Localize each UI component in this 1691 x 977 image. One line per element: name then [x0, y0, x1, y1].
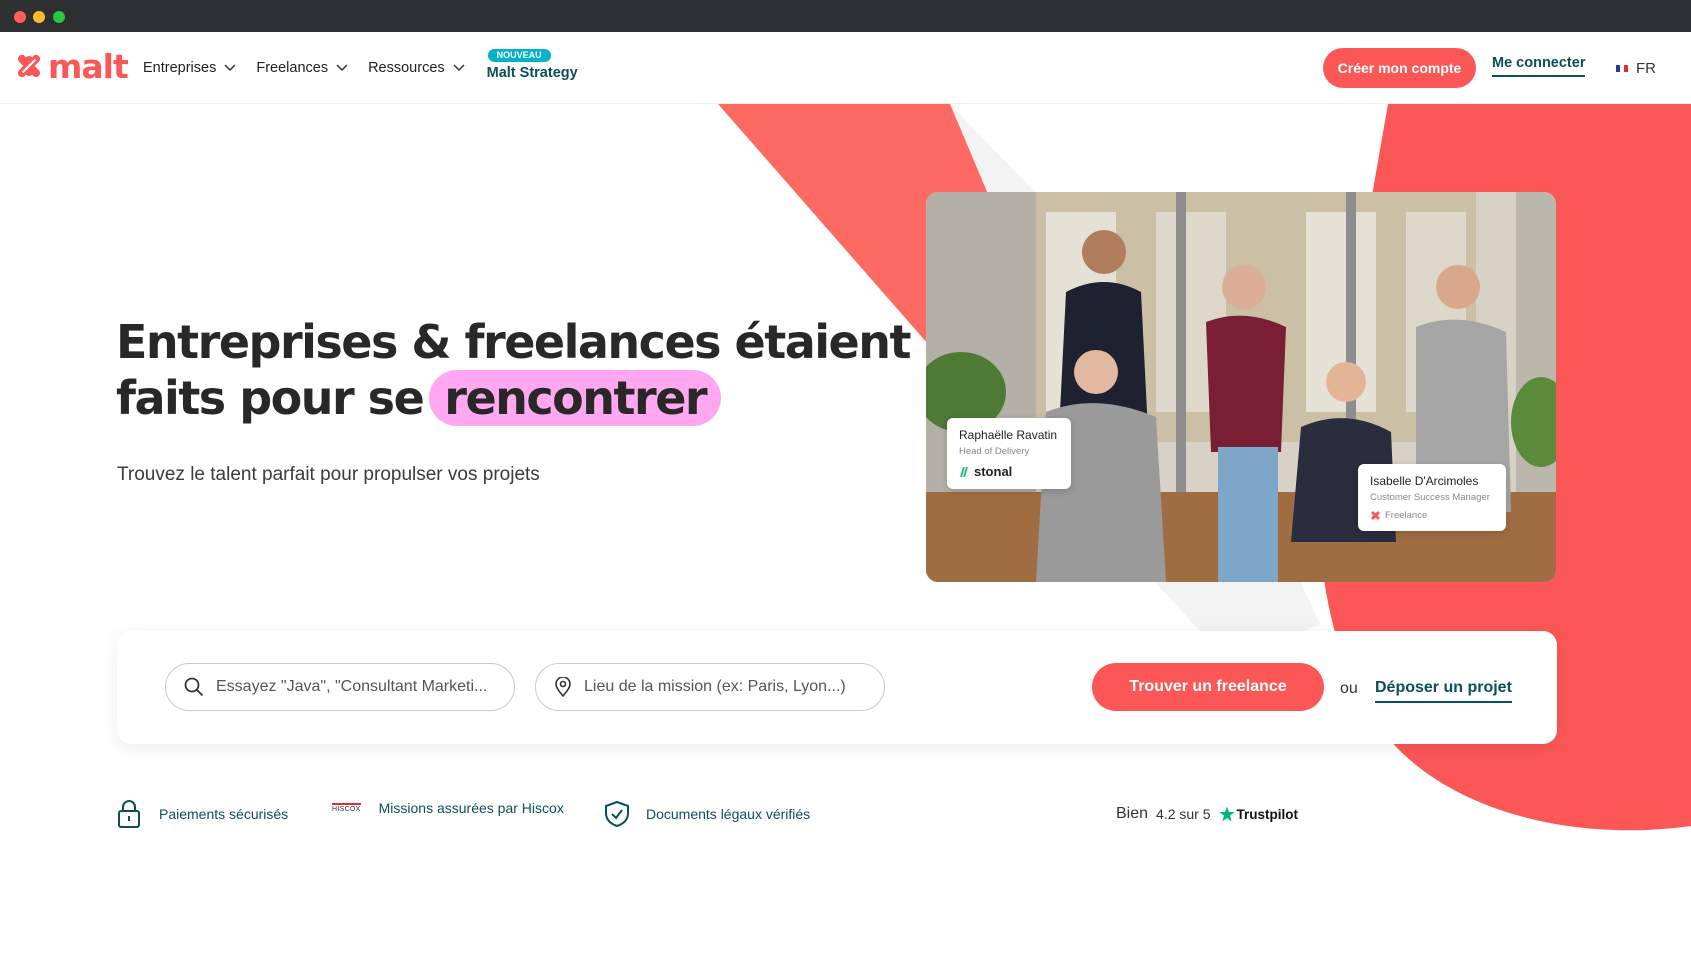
star-icon: [1218, 806, 1235, 822]
window-titlebar: [0, 0, 1691, 32]
profile-card: Isabelle D'Arcimoles Customer Success Ma…: [1358, 464, 1506, 531]
logo-text: malt: [48, 46, 129, 86]
close-window-button[interactable]: [14, 11, 26, 23]
hiscox-logo: HISCOX: [332, 803, 361, 813]
stonal-logo-icon: [960, 466, 968, 477]
skill-search-input[interactable]: [216, 678, 486, 696]
chevron-down-icon: [224, 64, 236, 72]
trust-label: Paiements sécurisés: [159, 806, 289, 822]
french-flag-icon: [1616, 65, 1628, 72]
create-account-button[interactable]: Créer mon compte: [1323, 48, 1476, 88]
lock-icon: [118, 800, 140, 828]
hero-title-prefix: faits pour se: [116, 371, 425, 425]
malt-logo[interactable]: malt: [14, 46, 129, 86]
hero-title-line1: Entreprises & freelances étaient: [116, 315, 911, 369]
trustpilot-label: Trustpilot: [1236, 806, 1299, 822]
new-badge: NOUVEAU: [487, 49, 551, 62]
nav-freelances[interactable]: Freelances: [256, 60, 348, 76]
top-navigation-bar: malt Entreprises Freelances Ressources N…: [0, 32, 1691, 104]
location-search-input[interactable]: [584, 678, 854, 696]
trust-item-payments: Paiements sécurisés: [117, 800, 288, 828]
profile-role: Head of Delivery: [959, 446, 1030, 457]
search-panel: Trouver un freelance ou Déposer un proje…: [117, 631, 1557, 744]
trustpilot-brand: Trustpilot: [1218, 806, 1299, 822]
location-search-field[interactable]: [535, 663, 885, 711]
trust-label: Missions assurées par Hiscox: [378, 800, 564, 816]
profile-name: Raphaëlle Ravatin: [959, 428, 1058, 442]
profile-role: Customer Success Manager: [1370, 492, 1490, 503]
hero-title-highlight: rencontrer: [429, 370, 722, 426]
nav-label: Entreprises: [143, 60, 217, 76]
main-nav: Entreprises Freelances Ressources NOUVEA…: [143, 32, 578, 104]
company-name: stonal: [974, 464, 1013, 479]
find-freelance-button[interactable]: Trouver un freelance: [1092, 663, 1324, 711]
trustpilot-rating[interactable]: Bien 4.2 sur 5 Trustpilot: [1116, 805, 1298, 823]
rating-value: 4.2 sur 5: [1156, 806, 1211, 822]
skill-search-field[interactable]: [165, 663, 515, 711]
nav-label: Ressources: [368, 60, 445, 76]
chevron-down-icon: [453, 64, 465, 72]
profile-company: stonal: [959, 464, 1059, 479]
hero-subtitle: Trouvez le talent parfait pour propulser…: [117, 464, 540, 485]
rating-word: Bien: [1116, 805, 1149, 822]
malt-flower-icon: [1371, 511, 1380, 520]
post-project-link[interactable]: Déposer un projet: [1375, 679, 1512, 703]
nav-entreprises[interactable]: Entreprises: [143, 60, 236, 76]
shield-check-icon: [605, 800, 629, 828]
nav-label: Malt Strategy: [486, 65, 578, 81]
trust-item-hiscox: HISCOX Missions assurées par Hiscox: [332, 800, 564, 816]
profile-name: Isabelle D'Arcimoles: [1370, 474, 1479, 488]
company-name: Freelance: [1385, 510, 1428, 521]
minimize-window-button[interactable]: [33, 11, 45, 23]
login-link[interactable]: Me connecter: [1492, 55, 1586, 77]
hero-title: Entreprises & freelances étaient faits p…: [116, 314, 911, 426]
hero-title-line2: faits pour se rencontrer: [116, 370, 910, 426]
search-icon: [184, 677, 204, 697]
malt-flower-icon: [17, 54, 41, 78]
nav-ressources[interactable]: Ressources: [368, 60, 465, 76]
maximize-window-button[interactable]: [53, 11, 65, 23]
trust-item-documents: Documents légaux vérifiés: [604, 800, 810, 828]
profile-company: Freelance: [1370, 510, 1494, 521]
or-text: ou: [1340, 680, 1358, 697]
team-photo: Raphaëlle Ravatin Head of Delivery stona…: [926, 192, 1556, 582]
profile-card: Raphaëlle Ravatin Head of Delivery stona…: [947, 418, 1071, 489]
nav-malt-strategy[interactable]: NOUVEAU Malt Strategy: [486, 49, 578, 81]
trust-label: Documents légaux vérifiés: [646, 806, 811, 822]
language-code: FR: [1636, 60, 1656, 77]
chevron-down-icon: [336, 64, 348, 72]
location-pin-icon: [555, 677, 571, 697]
language-selector[interactable]: FR: [1616, 60, 1656, 77]
nav-label: Freelances: [256, 60, 329, 76]
